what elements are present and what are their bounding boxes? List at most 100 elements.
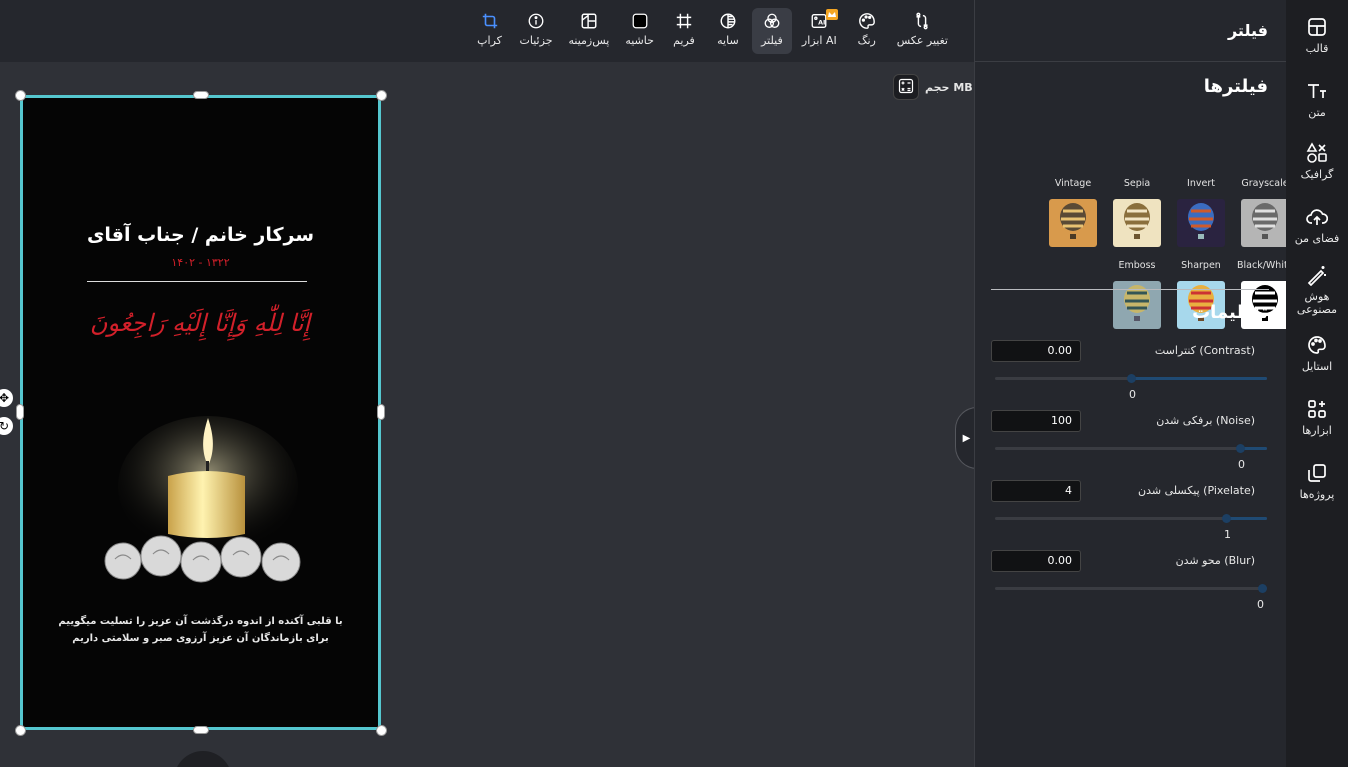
canvas-area: حجم MB سرکار خانم / جناب آقای ۱۴۰۲ - ۱۳۲…: [0, 62, 974, 767]
slider-fill: [1226, 517, 1267, 520]
slider-fill: [1131, 377, 1267, 380]
tool-background[interactable]: پس‌زمینه: [563, 8, 616, 54]
editor-app: تغییر عکس رنگ AI ابزار AI فیلتر سایه فری…: [0, 0, 1348, 767]
nav-template[interactable]: قالب: [1286, 16, 1348, 55]
tool-label: فیلتر: [761, 34, 783, 47]
nav-label: قالب: [1305, 42, 1329, 55]
rotate-icon[interactable]: ↻: [0, 417, 13, 435]
filter-label: Sharpen: [1181, 260, 1221, 271]
tool-color[interactable]: رنگ: [847, 8, 887, 54]
design-poster[interactable]: سرکار خانم / جناب آقای ۱۴۰۲ - ۱۳۲۲ إِنَّ…: [20, 95, 381, 730]
resize-handle-top-right[interactable]: [376, 90, 387, 101]
nav-label: استایل: [1301, 360, 1333, 373]
resize-handle-left[interactable]: [16, 404, 24, 420]
magic-wand-icon: [1306, 264, 1328, 286]
contrast-input[interactable]: 0.00: [991, 340, 1081, 362]
setting-pixelate: 4 پیکسلی شدن (Pixelate) 1: [991, 480, 1271, 550]
resize-handle-bottom-left[interactable]: [15, 725, 26, 736]
main-sidebar: قالب متن گرافیک فضای من هوش مصنوعی استای…: [1286, 0, 1348, 767]
setting-label: محو شدن (Blur): [1175, 554, 1255, 567]
nav-style[interactable]: استایل: [1286, 334, 1348, 373]
tool-label: سایه: [717, 34, 739, 47]
resize-handle-bottom-right[interactable]: [376, 725, 387, 736]
poster-title[interactable]: سرکار خانم / جناب آقای: [23, 224, 378, 246]
slider-knob[interactable]: [1127, 374, 1136, 383]
bottom-drawer-handle[interactable]: [174, 751, 232, 767]
tool-label: کراپ: [477, 34, 502, 47]
move-icon[interactable]: ✥: [0, 389, 13, 407]
settings-title: تنظیمات: [1192, 302, 1268, 323]
setting-value: 0: [1238, 458, 1245, 471]
message-line-1: با قلبی آکنده از اندوه درگذشت آن عزیز را…: [58, 616, 343, 627]
filter-grayscale[interactable]: Grayscale: [1237, 178, 1293, 251]
filter-vintage[interactable]: Vintage: [1045, 178, 1101, 251]
tool-border[interactable]: حاشیه: [619, 8, 660, 54]
nav-label: هوش مصنوعی: [1296, 290, 1338, 316]
nav-label: متن: [1308, 106, 1326, 119]
nav-my-space[interactable]: فضای من: [1286, 206, 1348, 245]
contrast-slider[interactable]: [995, 374, 1267, 383]
tool-crop[interactable]: کراپ: [470, 8, 510, 54]
setting-value: 0: [1129, 388, 1136, 401]
svg-text:AI: AI: [818, 20, 825, 27]
filter-emboss[interactable]: Emboss: [1109, 260, 1165, 333]
image-toolbar: تغییر عکس رنگ AI ابزار AI فیلتر سایه فری…: [0, 0, 974, 62]
tool-filter[interactable]: فیلتر: [751, 8, 792, 54]
panel-divider: [991, 289, 1269, 290]
nav-label: پروژه‌ها: [1299, 488, 1335, 501]
blur-input[interactable]: 0.00: [991, 550, 1081, 572]
frame-grid-icon: [674, 11, 694, 31]
nav-label: فضای من: [1294, 232, 1340, 245]
copy-pages-icon: [1306, 462, 1328, 484]
tool-frame[interactable]: فریم: [664, 8, 704, 54]
text-icon: [1306, 80, 1328, 102]
tool-change-photo[interactable]: تغییر عکس: [891, 8, 954, 54]
noise-slider[interactable]: [995, 444, 1267, 453]
swap-image-icon: [912, 11, 932, 31]
setting-label: کنتراست (Contrast): [1154, 344, 1255, 357]
pixelate-slider[interactable]: [995, 514, 1267, 523]
slider-knob[interactable]: [1222, 514, 1231, 523]
resize-handle-right[interactable]: [377, 404, 385, 420]
filter-thumb: [1113, 199, 1161, 247]
quran-verse-calligraphy[interactable]: إِنَّا لِلّٰهِ وَإِنَّا إِلَيْهِ رَاجِعُ…: [23, 293, 378, 353]
palette-icon: [857, 11, 877, 31]
slider-knob[interactable]: [1236, 444, 1245, 453]
tool-details[interactable]: جزئیات: [514, 8, 559, 54]
nav-graphics[interactable]: گرافیک: [1286, 142, 1348, 181]
shapes-icon: [1306, 142, 1328, 164]
filter-label: Black/White: [1237, 260, 1294, 271]
setting-value: 0: [1257, 598, 1264, 611]
poster-years[interactable]: ۱۴۰۲ - ۱۳۲۲: [23, 256, 378, 269]
nav-projects[interactable]: پروژه‌ها: [1286, 462, 1348, 501]
nav-ai[interactable]: هوش مصنوعی: [1286, 264, 1348, 316]
filter-panel: فیلتر فیلترها Grayscale Invert Sepia Vin…: [974, 0, 1294, 767]
tool-label: حاشیه: [625, 34, 654, 47]
filter-sepia[interactable]: Sepia: [1109, 178, 1165, 251]
filter-label: Emboss: [1118, 260, 1156, 271]
setting-value: 1: [1224, 528, 1231, 541]
setting-label: برفکی شدن (Noise): [1156, 414, 1255, 427]
tool-label: پس‌زمینه: [568, 34, 610, 47]
pixelate-input[interactable]: 4: [991, 480, 1081, 502]
resize-handle-top-left[interactable]: [15, 90, 26, 101]
panel-header: فیلتر: [975, 0, 1286, 62]
tool-ai-tools[interactable]: AI ابزار AI: [796, 8, 843, 54]
nav-tools[interactable]: ابزارها: [1286, 398, 1348, 437]
blur-slider[interactable]: [995, 584, 1267, 593]
crop-icon: [480, 11, 500, 31]
calculator-button[interactable]: [893, 74, 919, 100]
nav-text[interactable]: متن: [1286, 80, 1348, 119]
filter-invert[interactable]: Invert: [1173, 178, 1229, 251]
tool-shadow[interactable]: سایه: [708, 8, 748, 54]
resize-handle-bottom[interactable]: [193, 726, 209, 734]
resize-handle-top[interactable]: [193, 91, 209, 99]
file-size-indicator: حجم MB: [893, 74, 973, 100]
noise-input[interactable]: 100: [991, 410, 1081, 432]
poster-message[interactable]: با قلبی آکنده از اندوه درگذشت آن عزیز را…: [23, 613, 378, 647]
crown-icon: [826, 9, 839, 23]
info-icon: [526, 11, 546, 31]
candle-image[interactable]: [103, 416, 313, 601]
setting-contrast: 0.00 کنتراست (Contrast) 0: [991, 340, 1271, 410]
slider-knob[interactable]: [1258, 584, 1267, 593]
